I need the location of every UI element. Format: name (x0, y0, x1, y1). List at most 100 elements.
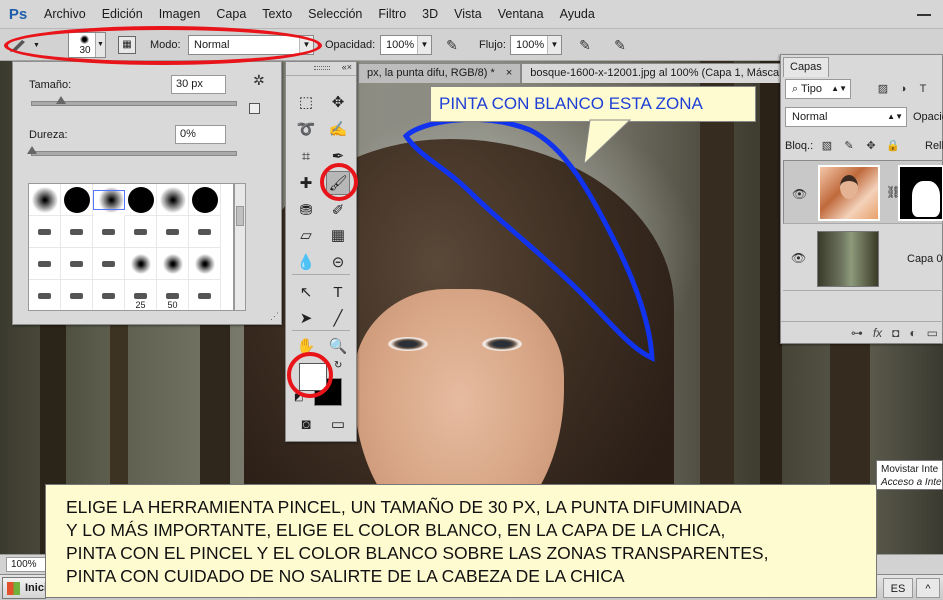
dodge-tool-icon[interactable]: ⊝ (326, 250, 350, 274)
lock-position-icon[interactable]: ✥ (863, 138, 879, 154)
filter-pixel-icon[interactable]: ▨ (875, 81, 891, 97)
brush-preset[interactable] (93, 248, 125, 280)
quick-mask-icon[interactable]: ◙ (294, 412, 318, 436)
brush-preset[interactable] (29, 184, 61, 216)
gear-icon[interactable]: ✲ (253, 72, 265, 89)
marquee-tool-icon[interactable]: ⬚ (294, 90, 318, 114)
scrollbar-thumb[interactable] (236, 206, 244, 226)
size-input[interactable]: 30 px (171, 75, 226, 94)
flow-field[interactable]: 100% ▼ (510, 35, 562, 55)
brush-preset[interactable] (157, 184, 189, 216)
layer-name[interactable]: Capa 0 (907, 253, 942, 265)
swap-colors-icon[interactable]: ↻ (334, 360, 342, 371)
blend-mode-select[interactable]: Normal ▲▼ (785, 107, 907, 127)
history-brush-tool-icon[interactable]: ✐ (326, 198, 350, 222)
blur-tool-icon[interactable]: 💧 (294, 250, 318, 274)
tray-expand-icon[interactable]: ^ (916, 578, 940, 598)
brush-preset[interactable]: 50 (157, 280, 189, 310)
brush-preset[interactable] (29, 280, 61, 310)
brush-preset[interactable] (61, 184, 93, 216)
filter-adjustment-icon[interactable]: ◑ (895, 81, 911, 97)
brush-preset[interactable] (189, 248, 221, 280)
lock-transparent-icon[interactable]: ▧ (819, 138, 835, 154)
healing-brush-tool-icon[interactable]: ✚ (294, 171, 318, 195)
menu-capa[interactable]: Capa (208, 0, 254, 29)
lasso-tool-icon[interactable]: ➰ (294, 117, 318, 141)
minimize-button[interactable] (917, 4, 931, 16)
group-folder-icon[interactable]: ▭ (927, 326, 938, 340)
preset-scrollbar[interactable] (234, 183, 246, 311)
brush-preset[interactable] (29, 216, 61, 248)
hardness-input[interactable]: 0% (175, 125, 226, 144)
start-button[interactable]: Inici (2, 577, 47, 599)
language-indicator[interactable]: ES (883, 578, 913, 598)
resize-grip-icon[interactable]: ⋰ (270, 311, 279, 322)
menu-filtro[interactable]: Filtro (370, 0, 414, 29)
brush-preset[interactable] (93, 280, 125, 310)
brush-preset[interactable] (125, 248, 157, 280)
brush-preset[interactable] (93, 216, 125, 248)
layer-row[interactable]: 👁 ⛓ (783, 160, 943, 224)
tab-document-1[interactable]: px, la punta difu, RGB/8) * × (358, 63, 522, 83)
zoom-tool-icon[interactable]: 🔍 (326, 334, 350, 358)
brush-preset[interactable] (189, 280, 221, 310)
move-tool-icon[interactable]: ✥ (326, 90, 350, 114)
eye-icon[interactable]: 👁 (792, 185, 807, 203)
brush-preset[interactable] (29, 248, 61, 280)
menu-archivo[interactable]: Archivo (36, 0, 94, 29)
new-preset-icon[interactable] (249, 103, 260, 114)
tools-panel-header[interactable]: «× (286, 62, 356, 76)
type-tool-icon[interactable]: T (326, 280, 350, 304)
airbrush-icon[interactable]: ✎ (575, 35, 595, 55)
line-tool-icon[interactable]: ╱ (326, 306, 350, 330)
tab-document-2[interactable]: bosque-1600-x-12001.jpg al 100% (Capa 1,… (521, 63, 789, 83)
menu-edicion[interactable]: Edición (94, 0, 151, 29)
menu-imagen[interactable]: Imagen (151, 0, 209, 29)
brush-preset-selected[interactable] (93, 187, 125, 213)
brush-preset[interactable] (61, 216, 93, 248)
crop-tool-icon[interactable]: ⌗ (294, 144, 318, 168)
pen-tool-icon[interactable]: ↖ (294, 280, 318, 304)
lock-all-icon[interactable]: 🔒 (885, 138, 901, 154)
menu-seleccion[interactable]: Selección (300, 0, 370, 29)
lock-image-icon[interactable]: ✎ (841, 138, 857, 154)
opacity-field[interactable]: 100% ▼ (380, 35, 432, 55)
brush-preset[interactable] (125, 184, 157, 216)
tab-layers[interactable]: Capas (783, 57, 829, 77)
brush-preset[interactable]: 25 (125, 280, 157, 310)
menu-ayuda[interactable]: Ayuda (552, 0, 603, 29)
screen-mode-icon[interactable]: ▭ (326, 412, 350, 436)
eraser-tool-icon[interactable]: ▱ (294, 223, 318, 247)
close-icon[interactable]: × (506, 67, 512, 79)
brush-preset[interactable] (157, 216, 189, 248)
quick-selection-tool-icon[interactable]: ✍ (326, 117, 350, 141)
menu-vista[interactable]: Vista (446, 0, 490, 29)
size-slider[interactable] (31, 96, 237, 106)
menu-texto[interactable]: Texto (254, 0, 300, 29)
zoom-field[interactable]: 100% (6, 557, 46, 572)
collapse-close-icon[interactable]: «× (342, 62, 352, 72)
fx-icon[interactable]: fx (873, 326, 882, 340)
slider-thumb[interactable] (56, 96, 66, 104)
brush-preset[interactable] (189, 216, 221, 248)
eye-icon[interactable]: 👁 (791, 251, 806, 265)
slider-thumb[interactable] (27, 146, 37, 154)
layer-mask-thumbnail[interactable] (898, 165, 943, 221)
brush-preset[interactable] (189, 184, 221, 216)
brush-preset[interactable] (157, 248, 189, 280)
link-layers-icon[interactable]: ⊶ (851, 326, 863, 340)
add-mask-icon[interactable]: ◘ (892, 326, 899, 340)
menu-3d[interactable]: 3D (414, 0, 446, 29)
pressure-opacity-icon[interactable]: ✎ (442, 35, 462, 55)
clone-stamp-tool-icon[interactable]: ⛃ (294, 198, 318, 222)
path-selection-tool-icon[interactable]: ➤ (294, 306, 318, 330)
pressure-size-icon[interactable]: ✎ (610, 35, 630, 55)
layer-filter-select[interactable]: ⌕ Tipo ▲▼ (785, 79, 851, 99)
gradient-tool-icon[interactable]: ▦ (326, 223, 350, 247)
hardness-slider[interactable] (27, 146, 237, 156)
adjustment-layer-icon[interactable]: ◐ (909, 326, 916, 340)
brush-preset[interactable] (125, 216, 157, 248)
brush-preset[interactable] (61, 248, 93, 280)
layer-row[interactable]: 👁 Capa 0 (783, 227, 943, 291)
filter-type-icon[interactable]: T (915, 81, 931, 97)
